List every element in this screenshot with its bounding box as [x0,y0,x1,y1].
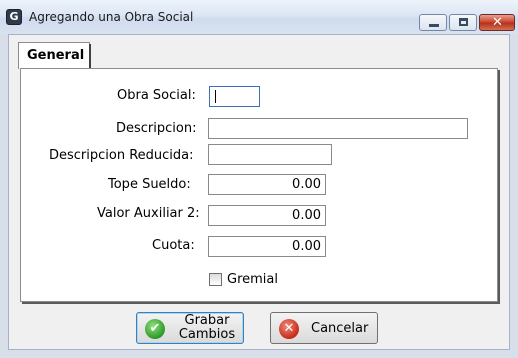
gremial-checkbox[interactable] [209,273,222,286]
valor-auxiliar-2-input[interactable]: 0.00 [208,205,326,226]
cuota-value: 0.00 [292,239,321,254]
save-button-line2: Cambios [178,327,236,342]
descripcion-label: Descripcion: [116,121,197,136]
minimize-icon [429,24,439,27]
checkmark-icon: ✔ [145,319,165,339]
app-logo-icon[interactable]: G [6,9,22,25]
obra-social-label: Obra Social: [117,88,196,103]
descripcion-input[interactable] [208,118,468,139]
tope-sueldo-input[interactable]: 0.00 [208,174,326,195]
tab-divider [89,44,91,68]
tope-sueldo-value: 0.00 [292,177,321,192]
panel-shadow-right [498,70,500,304]
cancel-button-label: Cancelar [311,321,369,336]
maximize-icon [459,18,468,26]
valor-auxiliar-2-value: 0.00 [292,208,321,223]
gremial-label[interactable]: Gremial [227,272,278,287]
save-button-label: Grabar Cambios [171,314,243,342]
save-button-line1: Grabar [184,313,230,328]
close-button[interactable]: ✕ [479,14,515,31]
descripcion-reducida-label: Descripcion Reducida: [49,148,194,163]
obra-social-input[interactable] [209,86,260,107]
maximize-button[interactable] [449,14,477,31]
descripcion-reducida-input[interactable] [208,144,332,165]
cuota-label: Cuota: [152,238,195,253]
valor-auxiliar-2-label: Valor Auxiliar 2: [97,206,200,221]
cancel-x-icon: ✕ [279,319,299,339]
save-changes-button[interactable]: ✔ Grabar Cambios [136,312,244,344]
dialog-window: G Agregando una Obra Social ✕ General Ob… [0,0,518,358]
minimize-button[interactable] [419,14,447,31]
tab-general[interactable]: General [18,42,90,69]
window-title: Agregando una Obra Social [29,10,194,24]
title-bar[interactable]: G Agregando una Obra Social ✕ [0,0,518,34]
cuota-input[interactable]: 0.00 [208,236,326,257]
panel-shadow-bottom [22,302,500,304]
text-caret [215,90,216,103]
close-icon: ✕ [492,15,503,30]
tope-sueldo-label: Tope Sueldo: [108,177,191,192]
cancel-button[interactable]: ✕ Cancelar [270,312,378,344]
